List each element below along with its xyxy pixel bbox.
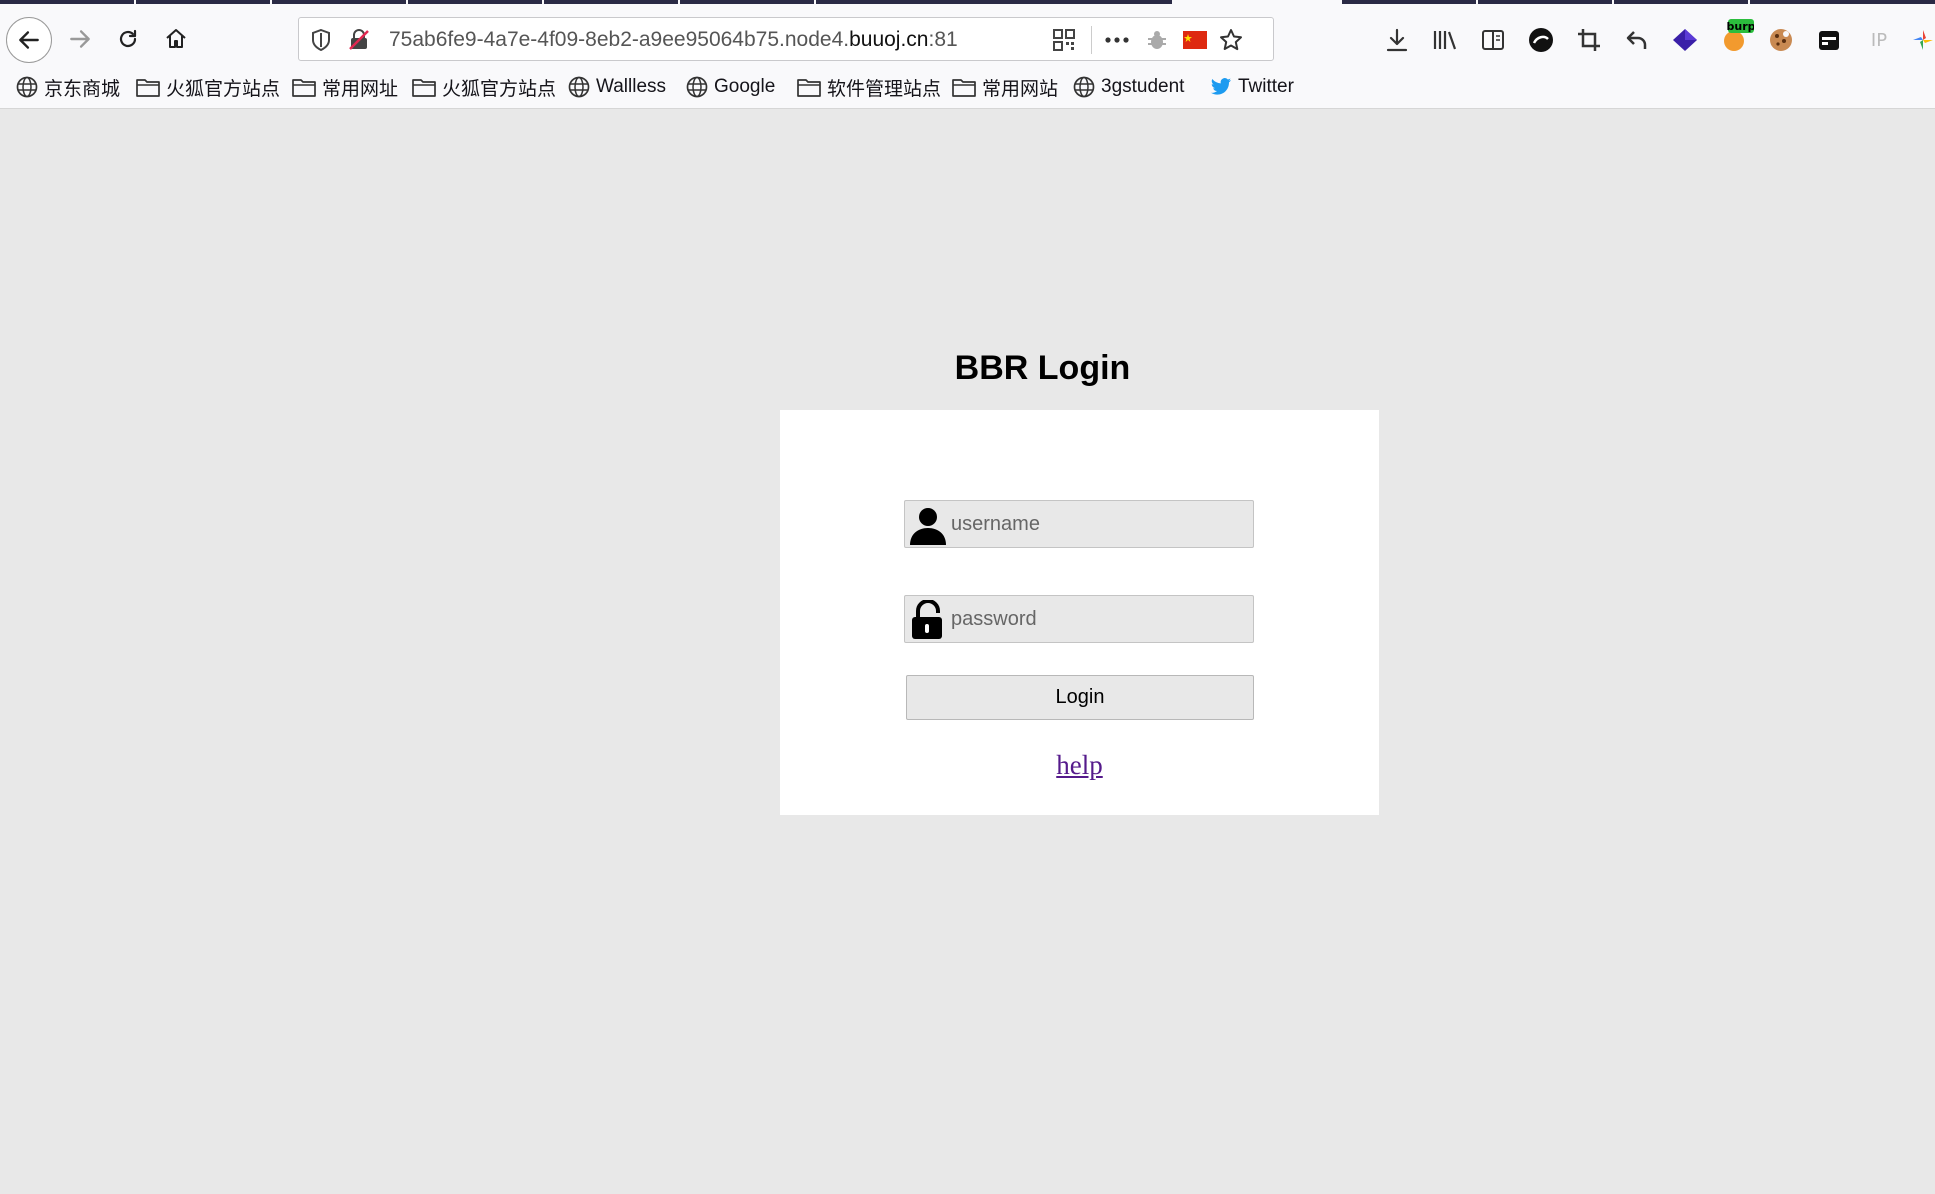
bookmark-item[interactable]: Wallless [568, 72, 666, 102]
arrow-left-icon [19, 31, 39, 49]
globe-icon [686, 76, 708, 98]
svg-text:burp: burp [1726, 20, 1754, 33]
bookmark-label: 火狐官方站点 [166, 78, 281, 100]
shield-icon[interactable] [309, 28, 333, 52]
reload-icon [119, 29, 137, 48]
folder-icon [136, 77, 160, 97]
crop-icon[interactable] [1576, 27, 1602, 53]
page-content: BBR Login Login help [0, 109, 1935, 1194]
globe-icon [16, 76, 38, 98]
qr-code-icon[interactable] [1052, 28, 1076, 52]
home-icon [166, 29, 186, 48]
layers-icon[interactable] [1672, 27, 1698, 53]
home-button[interactable] [154, 17, 198, 61]
bookmarks-bar: 京东商城 火狐官方站点 常用网址 火狐官方站点 Wallless Google 软件管理站点… [0, 68, 1935, 109]
bookmark-item[interactable]: 火狐官方站点 [412, 72, 556, 102]
extension-colorful-icon[interactable] [1910, 27, 1935, 53]
folder-icon [412, 77, 436, 97]
bookmark-label: 常用网站 [982, 78, 1059, 100]
bookmark-label: 软件管理站点 [827, 78, 942, 100]
page-title: BBR Login [954, 349, 1131, 387]
bookmark-label: 京东商城 [44, 78, 121, 100]
bookmark-item[interactable]: 常用网站 [952, 72, 1058, 102]
bookmark-item[interactable]: 软件管理站点 [797, 72, 941, 102]
folder-icon [292, 77, 316, 97]
address-bar[interactable]: 75ab6fe9-4a7e-4f09-8eb2-a9ee95064b75.nod… [298, 17, 1274, 61]
globe-icon [568, 76, 590, 98]
password-input[interactable] [951, 596, 1247, 642]
username-field[interactable] [904, 500, 1254, 548]
reload-button[interactable] [106, 17, 150, 61]
sidebar-icon[interactable] [1480, 27, 1506, 53]
bookmark-label: Twitter [1238, 76, 1294, 97]
folder-icon [797, 77, 821, 97]
bookmark-item[interactable]: 火狐官方站点 [136, 72, 280, 102]
url-text[interactable]: 75ab6fe9-4a7e-4f09-8eb2-a9ee95064b75.nod… [389, 28, 958, 52]
bookmark-item[interactable]: 京东商城 [16, 72, 120, 102]
bug-icon[interactable] [1145, 28, 1169, 52]
ip-icon[interactable]: IP [1866, 27, 1892, 53]
bookmark-item[interactable]: Google [686, 72, 775, 102]
bookmark-label: 常用网址 [322, 78, 399, 100]
password-field[interactable] [904, 595, 1254, 643]
bookmark-item[interactable]: 3gstudent [1073, 72, 1184, 102]
globe-icon [1073, 76, 1095, 98]
back-button[interactable] [6, 17, 52, 63]
bookmark-label: 火狐官方站点 [442, 78, 557, 100]
calendar-icon[interactable] [1816, 27, 1842, 53]
login-card: Login help [780, 410, 1379, 815]
library-icon[interactable] [1432, 27, 1458, 53]
bookmark-label: Wallless [596, 76, 667, 97]
help-container: help [780, 750, 1379, 781]
folder-icon [952, 77, 976, 97]
help-link[interactable]: help [1056, 750, 1103, 780]
download-icon[interactable] [1384, 27, 1410, 53]
bookmark-item[interactable]: 常用网址 [292, 72, 398, 102]
user-icon [910, 508, 946, 545]
twitter-icon [1210, 77, 1232, 97]
page-actions-icon[interactable] [1105, 28, 1129, 52]
login-button[interactable]: Login [906, 675, 1254, 720]
insecure-lock-icon[interactable] [347, 28, 371, 52]
bookmark-item[interactable]: Twitter [1210, 72, 1294, 102]
extension-dark-icon[interactable] [1528, 27, 1554, 53]
bookmark-label: Google [714, 76, 776, 97]
china-flag-icon[interactable] [1183, 28, 1207, 52]
padlock-icon [912, 600, 942, 639]
forward-button[interactable] [58, 17, 102, 61]
cookie-icon[interactable] [1768, 27, 1794, 53]
username-input[interactable] [951, 501, 1247, 547]
bookmark-label: 3gstudent [1101, 76, 1185, 97]
undo-icon[interactable] [1624, 27, 1650, 53]
browser-toolbar: 75ab6fe9-4a7e-4f09-8eb2-a9ee95064b75.nod… [0, 5, 1935, 68]
arrow-right-icon [70, 30, 90, 48]
burp-icon[interactable]: burp [1720, 19, 1754, 53]
bookmark-star-icon[interactable] [1219, 28, 1243, 52]
